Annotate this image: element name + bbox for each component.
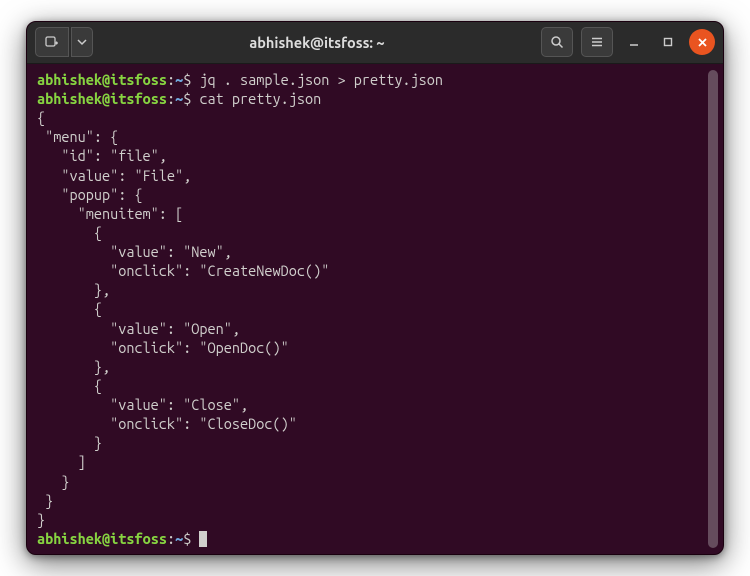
prompt-colon: : [167,530,175,547]
prompt-at: @ [102,530,110,547]
cursor [199,531,207,547]
hamburger-icon [590,35,604,49]
menu-button[interactable] [581,27,613,57]
prompt-user: abhishek [37,90,102,107]
prompt-symbol: $ [183,71,191,88]
terminal-content: abhishek@itsfoss:~$ jq . sample.json > p… [37,70,705,548]
new-tab-icon [45,35,59,49]
minimize-icon [628,36,640,48]
search-button[interactable] [541,27,573,57]
prompt-path: ~ [175,530,183,547]
prompt-symbol: $ [183,90,191,107]
close-icon [697,37,708,48]
prompt-symbol: $ [183,530,191,547]
command-output: { "menu": { "id": "file", "value": "File… [37,109,329,528]
tab-dropdown-button[interactable] [71,27,93,57]
title-bar: abhishek@itsfoss: ~ [27,22,723,64]
titlebar-left-controls [35,27,93,57]
terminal-body[interactable]: abhishek@itsfoss:~$ jq . sample.json > p… [27,64,723,554]
maximize-button[interactable] [655,29,681,55]
command-2: cat pretty.json [199,90,321,107]
prompt-colon: : [167,90,175,107]
maximize-icon [662,36,674,48]
new-tab-button[interactable] [35,27,69,57]
prompt-host: itsfoss [110,90,167,107]
prompt-at: @ [102,90,110,107]
prompt-host: itsfoss [110,71,167,88]
scrollbar[interactable] [708,70,718,548]
chevron-down-icon [77,37,87,47]
prompt-user: abhishek [37,71,102,88]
prompt-user: abhishek [37,530,102,547]
minimize-button[interactable] [621,29,647,55]
search-icon [550,35,564,49]
titlebar-right-controls [541,27,715,57]
terminal-window: abhishek@itsfoss: ~ [26,21,724,555]
prompt-path: ~ [175,90,183,107]
prompt-colon: : [167,71,175,88]
command-1: jq . sample.json > pretty.json [199,71,443,88]
prompt-host: itsfoss [110,530,167,547]
window-title: abhishek@itsfoss: ~ [99,34,535,51]
close-button[interactable] [689,29,715,55]
prompt-at: @ [102,71,110,88]
prompt-path: ~ [175,71,183,88]
